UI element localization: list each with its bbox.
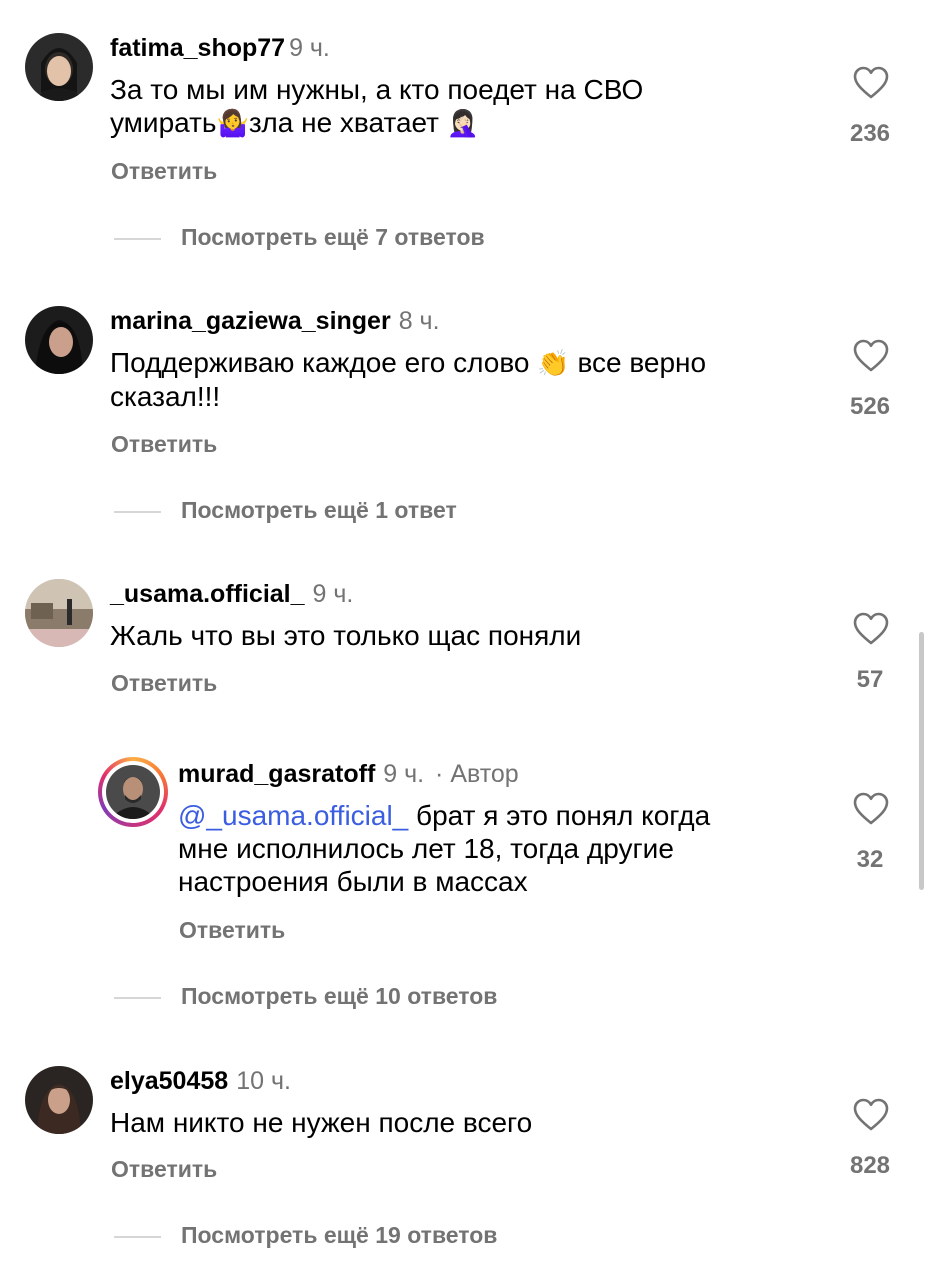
comment-text-line: сказал!!! (110, 381, 221, 412)
timestamp: 10 ч. (236, 1067, 291, 1095)
username[interactable]: fatima_shop77 (110, 34, 285, 62)
like-count: 828 (849, 1152, 891, 1179)
avatar[interactable] (25, 33, 93, 101)
comment-text-line: настроения были в массах (178, 866, 528, 897)
reply-button[interactable]: Ответить (111, 670, 217, 697)
comment-text-segment: брат я это понял когда (416, 800, 711, 831)
like-count: 236 (849, 120, 891, 147)
divider-line (114, 511, 161, 513)
scrollbar[interactable] (919, 632, 924, 890)
timestamp: 9 ч. (312, 580, 354, 608)
timestamp: 8 ч. (398, 307, 440, 335)
comment-text-segment: все верно (577, 347, 707, 378)
view-more-replies-label[interactable]: Посмотреть ещё 7 ответов (181, 224, 485, 251)
avatar[interactable] (25, 306, 93, 374)
comment-text-line: умирать🤷‍♀️зла не хватает 🤦🏻‍♀️ (110, 106, 790, 140)
comment-meta: elya50458 10 ч. (110, 1066, 291, 1096)
like-count: 57 (856, 666, 884, 693)
divider-line (114, 997, 161, 999)
like-count: 526 (849, 393, 891, 420)
comment-meta: murad_gasratoff 9 ч. · Автор (178, 759, 519, 789)
heart-icon[interactable] (853, 66, 889, 100)
comment-text-line: Поддерживаю каждое его слово 👏 все верно (110, 346, 790, 380)
timestamp: 9 ч. (289, 34, 330, 62)
username[interactable]: _usama.official_ (110, 580, 305, 608)
view-more-replies-label[interactable]: Посмотреть ещё 10 ответов (181, 983, 497, 1010)
username[interactable]: marina_gaziewa_singer (110, 307, 391, 335)
reply-button[interactable]: Ответить (111, 158, 217, 185)
view-more-replies-label[interactable]: Посмотреть ещё 19 ответов (181, 1222, 497, 1249)
heart-icon[interactable] (853, 339, 889, 373)
clapping-emoji: 👏 (537, 348, 570, 378)
view-more-replies-label[interactable]: Посмотреть ещё 1 ответ (181, 497, 457, 524)
story-ring[interactable] (98, 757, 168, 827)
comment-text: Жаль что вы это только щас поняли (110, 619, 790, 652)
reply-button[interactable]: Ответить (179, 917, 285, 944)
comment-text-line: мне исполнилось лет 18, тогда другие (178, 833, 674, 864)
comment-text-line: Жаль что вы это только щас поняли (110, 620, 582, 651)
timestamp: 9 ч. (383, 760, 425, 788)
avatar[interactable] (25, 579, 93, 647)
heart-icon[interactable] (853, 792, 889, 826)
like-count: 32 (856, 846, 884, 873)
story-ring-gap (102, 761, 164, 823)
comment-text-segment: Поддерживаю каждое его слово (110, 347, 530, 378)
avatar[interactable] (25, 1066, 93, 1134)
comment-text: Поддерживаю каждое его слово 👏 все верно… (110, 346, 790, 413)
comment-text-segment: зла не хватает (248, 107, 439, 138)
comment-meta: fatima_shop77 9 ч. (110, 33, 330, 63)
comment-text: За то мы им нужны, а кто поедет на СВО у… (110, 73, 790, 140)
shrug-emoji: 🤷‍♀️ (216, 108, 249, 138)
comment-text: @_usama.official_ брат я это понял когда… (178, 799, 798, 898)
comment-text-line: @_usama.official_ брат я это понял когда (178, 799, 798, 832)
comment-text-line: За то мы им нужны, а кто поедет на СВО (110, 74, 644, 105)
comment-text: Нам никто не нужен после всего (110, 1106, 790, 1139)
author-badge: · Автор (435, 760, 519, 788)
username[interactable]: murad_gasratoff (178, 760, 375, 788)
heart-icon[interactable] (853, 612, 889, 646)
username[interactable]: elya50458 (110, 1067, 228, 1095)
facepalm-emoji: 🤦🏻‍♀️ (446, 108, 480, 138)
mention-link[interactable]: @_usama.official_ (178, 800, 408, 831)
reply-button[interactable]: Ответить (111, 1156, 217, 1183)
comment-text-segment: умирать (110, 107, 217, 138)
avatar[interactable] (106, 765, 160, 819)
reply-button[interactable]: Ответить (111, 431, 217, 458)
comment-meta: _usama.official_ 9 ч. (110, 579, 353, 609)
heart-icon[interactable] (853, 1098, 889, 1132)
comment-meta: marina_gaziewa_singer 8 ч. (110, 306, 440, 336)
comment-text-line: Нам никто не нужен после всего (110, 1107, 533, 1138)
divider-line (114, 238, 161, 240)
divider-line (114, 1236, 161, 1238)
